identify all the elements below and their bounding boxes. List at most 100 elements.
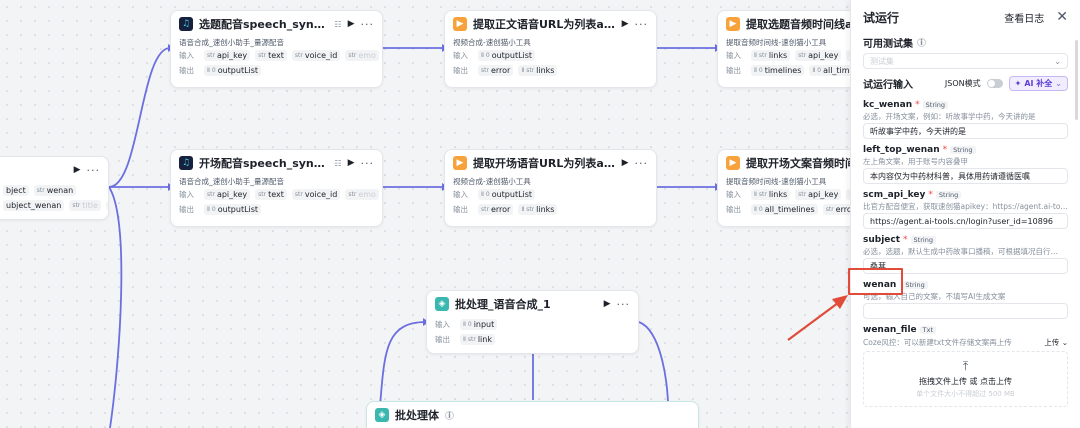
- waveform-icon: ♫: [179, 17, 193, 31]
- node-extract-opening-timeline[interactable]: ▶ 提取开场文案音频时间线a 提取音频时间线-速创猫小工具 输入 Ⅱ strli…: [717, 149, 850, 227]
- output-row: 输出 Ⅱ 0all_timelines strerror Ⅱ 0timeline…: [718, 202, 850, 217]
- panel-title: 试运行: [863, 10, 900, 25]
- node-extract-body-url[interactable]: ▶ 提取正文语音URL为列表audi… ▶ ··· 视频合成-速创猫小工具 输入…: [444, 10, 657, 88]
- more-icon[interactable]: ···: [635, 157, 649, 170]
- input-row: 输入 Ⅱ 0 outputList: [445, 48, 656, 63]
- edge-entry-n1: [108, 47, 171, 188]
- more-params[interactable]: ···: [105, 201, 108, 210]
- more-icon[interactable]: ···: [635, 18, 649, 31]
- param: str text: [255, 50, 287, 61]
- chevron-down-icon: ⌄: [1054, 56, 1061, 66]
- field-kc-wenan: kc_wenan * String 必选，开场文案，例如：听故事学中药，今天讲的是 …: [863, 99, 1068, 139]
- close-icon[interactable]: ✕: [1056, 9, 1068, 25]
- param: Ⅱ str links: [751, 189, 791, 200]
- json-mode-label: JSON模式: [944, 78, 981, 88]
- input-row: 输入 str api_key str text str voice_id str emo…: [171, 187, 382, 202]
- testset-label: 可用测试集 i: [863, 34, 1068, 50]
- chevron-down-icon[interactable]: ⌄: [1055, 79, 1062, 88]
- run-icon[interactable]: ▶: [622, 158, 629, 168]
- run-input-label: 试运行输入: [863, 79, 913, 91]
- node-batch-speech[interactable]: ◈ 批处理_语音合成_1 ▶ ··· 输入 Ⅱ 0 input 输出 Ⅱ str l…: [426, 290, 639, 354]
- sparkle-icon: ✦: [1014, 78, 1022, 88]
- batch-icon: ◈: [375, 408, 389, 422]
- param: Ⅱ 0 outputList: [478, 189, 536, 200]
- upload-icon: ⤒: [962, 359, 969, 373]
- node-extract-opening-url[interactable]: ▶ 提取开场语音URL为列表audi… ▶ ··· 视频合成-速创猫小工具 输入…: [444, 149, 657, 227]
- more-icon[interactable]: ···: [87, 164, 101, 177]
- view-log-link[interactable]: 查看日志: [1004, 10, 1044, 25]
- annotation-highlight-box: [848, 268, 903, 295]
- workflow-canvas[interactable]: ▶ ··· bject str wenan ubject_wenan str tit…: [0, 0, 850, 428]
- param: str api_key: [204, 50, 251, 61]
- param: str api_key: [795, 189, 842, 200]
- json-mode-toggle[interactable]: [986, 78, 1003, 88]
- upload-mode-select[interactable]: 上传 ⌄: [1044, 337, 1068, 348]
- param: Ⅱ 0 outputList: [204, 65, 262, 76]
- output-row: 输出 str error Ⅱ str links: [445, 63, 656, 78]
- panel-scrollbar[interactable]: [1075, 40, 1078, 120]
- plugin-badge-icon: ☷: [334, 19, 342, 29]
- more-icon[interactable]: ···: [361, 157, 375, 170]
- node-title: 开场配音speech_synthesis: [199, 157, 328, 170]
- node-extract-topic-timeline[interactable]: ▶ 提取选题音频时间线audio 提取音频时间线-速创猫小工具 输入 Ⅱ str…: [717, 10, 850, 88]
- input-row: 输入 Ⅱ strlinks strapi_key Ⅱ 0silence: [718, 48, 850, 63]
- param: bject: [3, 185, 29, 196]
- more-icon[interactable]: ···: [617, 298, 631, 311]
- node-desc: 提取音频时间线-速创猫小工具: [726, 177, 827, 186]
- node-desc: 语音合成_速创小助手_量源配音: [179, 177, 284, 186]
- param: str emo: [345, 50, 379, 61]
- node-desc: 提取音频时间线-速创猫小工具: [726, 38, 827, 47]
- node-title: 提取开场文案音频时间线a: [746, 157, 850, 170]
- node-title: 提取选题音频时间线audio: [746, 18, 850, 31]
- kc-wenan-input[interactable]: 听故事学中药，今天讲的是: [863, 123, 1068, 139]
- output-row: 输出 Ⅱ str link: [427, 332, 638, 347]
- input-row: 输入 Ⅱ strlinks strapi_key Ⅱ 0silence: [718, 187, 850, 202]
- param: Ⅱ str links: [518, 204, 558, 215]
- node-desc: 语音合成_速创小助手_量源配音: [179, 38, 284, 47]
- batch-icon: ◈: [435, 297, 449, 311]
- run-icon[interactable]: ▶: [74, 165, 81, 175]
- test-run-panel: 试运行 查看日志 ✕ 可用测试集 i 测试集 ⌄ 试运行输入 JSON模式 ✦ …: [850, 0, 1080, 428]
- waveform-icon: ♫: [179, 156, 193, 170]
- node-speech-opening[interactable]: ♫ 开场配音speech_synthesis ☷ ▶ ··· 语音合成_速创小助…: [170, 149, 383, 227]
- param: Ⅱ str links: [751, 50, 791, 61]
- testset-select[interactable]: 测试集 ⌄: [863, 53, 1068, 69]
- more-icon[interactable]: ···: [361, 18, 375, 31]
- param: str title: [69, 200, 101, 211]
- node-title: 批处理_语音合成_1: [455, 298, 551, 311]
- wenan-input[interactable]: [863, 303, 1068, 319]
- param: str voice_id: [291, 50, 341, 61]
- param: Ⅱ 0 outputList: [204, 204, 262, 215]
- video-icon: ▶: [453, 156, 467, 170]
- info-icon: i: [445, 410, 454, 420]
- node-title: 选题配音speech_synthesis: [199, 18, 328, 31]
- node-title: 批处理体: [395, 409, 439, 422]
- left-top-wenan-input[interactable]: 本内容仅为中药材科普，具体用药请遵循医嘱: [863, 168, 1068, 184]
- param: Ⅱ 0all_timelines: [809, 65, 850, 76]
- input-row: 输入 Ⅱ 0 input: [427, 317, 638, 332]
- chevron-down-icon: ⌄: [1061, 337, 1068, 347]
- run-icon[interactable]: ▶: [622, 19, 629, 29]
- run-icon[interactable]: ▶: [348, 158, 355, 168]
- node-speech-topic[interactable]: ♫ 选题配音speech_synthesis ☷ ▶ ··· 语音合成_速创小助…: [170, 10, 383, 88]
- node-entry[interactable]: ▶ ··· bject str wenan ubject_wenan str tit…: [0, 156, 109, 220]
- video-icon: ▶: [453, 17, 467, 31]
- output-row: 输出 Ⅱ 0timelines Ⅱ 0all_timelines: [718, 63, 850, 78]
- run-icon[interactable]: ▶: [604, 299, 611, 309]
- input-row: 输入 str api_key str text str voice_id str emo…: [171, 48, 382, 63]
- param: Ⅱ 0 input: [460, 319, 498, 330]
- run-icon[interactable]: ▶: [348, 19, 355, 29]
- param: ubject_wenan: [3, 200, 65, 211]
- output-row: 输出 Ⅱ 0 outputList: [171, 63, 382, 78]
- field-wenan-file: wenan_file Txt Coze风控：可以新建txt文件存储文案再上传 上传…: [863, 324, 1068, 407]
- node-title: 提取正文语音URL为列表audi…: [473, 18, 616, 31]
- file-upload-dropzone[interactable]: ⤒ 拖拽文件上传 或 点击上传 单个文件大小不得超过 500 MB: [863, 351, 1068, 407]
- ai-fill-button[interactable]: ✦ AI 补全 ⌄: [1008, 75, 1068, 91]
- param: strerror: [478, 65, 514, 76]
- scm-api-key-input[interactable]: https://agent.ai-tools.cn/login?user_id=…: [863, 213, 1068, 229]
- param: Ⅱ 0 timelines: [751, 65, 805, 76]
- param: Ⅱ str links: [518, 65, 558, 76]
- param: str api_key: [795, 50, 842, 61]
- plugin-badge-icon: ☷: [334, 158, 342, 168]
- node-batch-body[interactable]: ◈ 批处理体 i: [366, 401, 699, 428]
